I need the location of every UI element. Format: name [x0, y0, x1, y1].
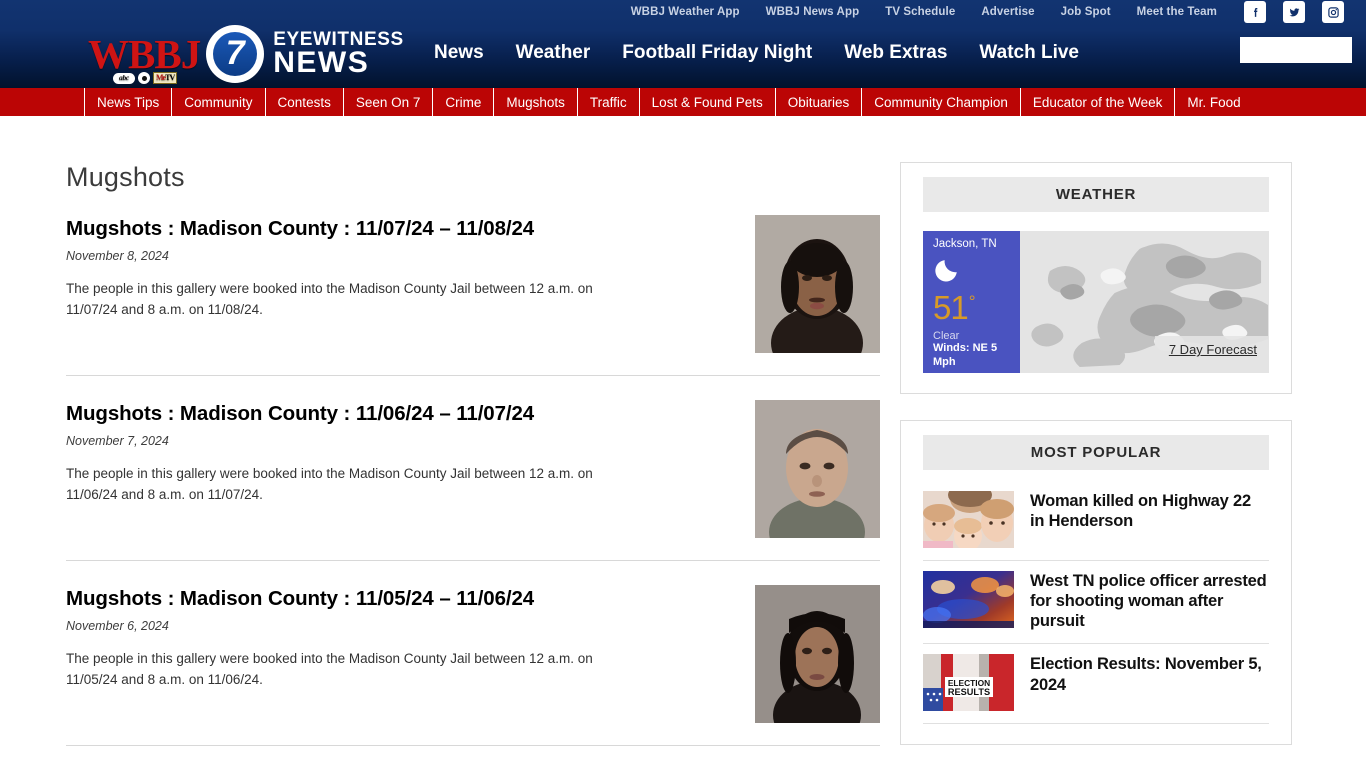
article-excerpt: The people in this gallery were booked i…	[66, 651, 593, 687]
section-nav-community[interactable]: Community	[172, 88, 266, 116]
article-excerpt: The people in this gallery were booked i…	[66, 281, 593, 317]
weather-winds: Winds: NE 5 Mph	[933, 342, 998, 368]
logo-callsign-text: WBBJ abc Me TV	[88, 34, 201, 84]
weather-radar-map[interactable]: 7 Day Forecast	[1020, 231, 1269, 373]
article-title[interactable]: Mugshots : Madison County : 11/05/24 – 1…	[66, 587, 696, 611]
article-title[interactable]: Mugshots : Madison County : 11/07/24 – 1…	[66, 217, 696, 241]
article-list-item[interactable]: Mugshots : Madison County : 11/06/24 – 1…	[66, 400, 880, 561]
most-popular-list-item[interactable]: West TN police officer arrested for shoo…	[923, 561, 1269, 645]
topbar-link-meet-the-team[interactable]: Meet the Team	[1124, 6, 1230, 18]
facebook-icon[interactable]	[1244, 1, 1266, 23]
topbar-link-tv-schedule[interactable]: TV Schedule	[872, 6, 968, 18]
most-popular-list-item[interactable]: ELECTION RESULTS Election Results: Novem…	[923, 644, 1269, 725]
section-nav-seen-on-7[interactable]: Seen On 7	[344, 88, 434, 116]
eyewitness-news-wordmark: EYEWITNESS NEWS	[273, 30, 404, 79]
article-date: November 8, 2024	[66, 249, 169, 263]
instagram-icon[interactable]	[1322, 1, 1344, 23]
channel-number: 7	[225, 34, 245, 72]
network-badges: abc Me TV	[113, 72, 178, 84]
cbs-eye-icon	[138, 72, 150, 84]
section-nav-lost-and-found-pets[interactable]: Lost & Found Pets	[640, 88, 776, 116]
weather-condition: Clear	[933, 330, 960, 342]
weather-widget-heading: WEATHER	[923, 177, 1269, 212]
article-list-item[interactable]: Mugshots : Madison County : 11/05/24 – 1…	[66, 585, 880, 746]
weather-temperature: 51°	[933, 289, 976, 326]
utility-topbar: WBBJ Weather App WBBJ News App TV Schedu…	[0, 0, 1366, 24]
most-popular-heading: MOST POPULAR	[923, 435, 1269, 470]
topbar-link-news-app[interactable]: WBBJ News App	[753, 6, 873, 18]
article-thumbnail[interactable]	[755, 585, 880, 723]
article-thumbnail[interactable]	[755, 215, 880, 353]
nav-football-friday-night[interactable]: Football Friday Night	[606, 42, 828, 64]
nav-news[interactable]: News	[418, 42, 500, 64]
site-logo[interactable]: WBBJ abc Me TV 7 EYEWITNESS NEWS	[88, 25, 404, 84]
social-links	[1244, 1, 1344, 23]
most-popular-widget: MOST POPULAR Woman killed on Highway 22 …	[900, 420, 1292, 746]
most-popular-title: Woman killed on Highway 22 in Henderson	[1030, 492, 1251, 531]
section-nav-mugshots[interactable]: Mugshots	[494, 88, 578, 116]
section-nav-educator-of-the-week[interactable]: Educator of the Week	[1021, 88, 1176, 116]
search-box[interactable]	[1240, 37, 1366, 63]
article-text: Mugshots : Madison County : 11/06/24 – 1…	[66, 400, 696, 538]
article-text: Mugshots : Madison County : 11/07/24 – 1…	[66, 215, 696, 353]
most-popular-thumbnail	[923, 571, 1014, 628]
section-nav-traffic[interactable]: Traffic	[578, 88, 640, 116]
most-popular-thumbnail: ELECTION RESULTS	[923, 654, 1014, 712]
news-text: NEWS	[273, 45, 370, 79]
nav-watch-live[interactable]: Watch Live	[963, 42, 1095, 64]
article-excerpt: The people in this gallery were booked i…	[66, 466, 593, 502]
article-thumbnail[interactable]	[755, 400, 880, 538]
utility-nav: WBBJ Weather App WBBJ News App TV Schedu…	[618, 6, 1230, 18]
abc-logo-icon: abc	[113, 72, 135, 84]
search-input[interactable]	[1240, 37, 1366, 63]
nav-web-extras[interactable]: Web Extras	[828, 42, 963, 64]
section-nav-obituaries[interactable]: Obituaries	[776, 88, 863, 116]
twitter-icon[interactable]	[1283, 1, 1305, 23]
weather-city: Jackson, TN	[933, 238, 997, 250]
most-popular-title: Election Results: November 5, 2024	[1030, 655, 1262, 694]
seven-day-forecast-link[interactable]: 7 Day Forecast	[1154, 336, 1269, 363]
article-date: November 6, 2024	[66, 619, 169, 633]
primary-nav: News Weather Football Friday Night Web E…	[418, 42, 1095, 64]
section-nav-mr-food[interactable]: Mr. Food	[1175, 88, 1252, 116]
topbar-link-advertise[interactable]: Advertise	[968, 6, 1047, 18]
article-list-item[interactable]: Mugshots : Madison County : 11/07/24 – 1…	[66, 215, 880, 376]
article-date: November 7, 2024	[66, 434, 169, 448]
most-popular-list-item[interactable]: Woman killed on Highway 22 in Henderson	[923, 489, 1269, 561]
article-text: Mugshots : Madison County : 11/05/24 – 1…	[66, 585, 696, 723]
svg-text:RESULTS: RESULTS	[948, 687, 990, 697]
section-nav-crime[interactable]: Crime	[433, 88, 495, 116]
topbar-link-weather-app[interactable]: WBBJ Weather App	[618, 6, 753, 18]
main-content: Mugshots Mugshots : Madison County : 11/…	[0, 162, 884, 771]
channel-seven-icon: 7	[206, 25, 265, 83]
logo-callsign: WBBJ	[88, 31, 201, 77]
article-title[interactable]: Mugshots : Madison County : 11/06/24 – 1…	[66, 402, 696, 426]
metv-logo-icon: Me TV	[153, 72, 178, 84]
topbar-link-job-spot[interactable]: Job Spot	[1048, 6, 1124, 18]
weather-current-conditions[interactable]: Jackson, TN 51° Clear Winds: NE 5 Mph 7 …	[923, 231, 1269, 373]
page-body: Mugshots Mugshots : Madison County : 11/…	[0, 116, 1366, 771]
moon-icon	[933, 254, 1012, 289]
section-nav-community-champion[interactable]: Community Champion	[862, 88, 1021, 116]
most-popular-title: West TN police officer arrested for shoo…	[1030, 572, 1267, 631]
weather-widget: WEATHER Jackson, TN 51° Clear Winds: NE …	[900, 162, 1292, 394]
section-nav-contests[interactable]: Contests	[266, 88, 344, 116]
most-popular-thumbnail	[923, 491, 1014, 548]
weather-info-panel: Jackson, TN 51° Clear Winds: NE 5 Mph	[923, 231, 1020, 373]
page-title: Mugshots	[66, 162, 185, 192]
section-nav: News Tips Community Contests Seen On 7 C…	[0, 88, 1366, 116]
sidebar: WEATHER Jackson, TN 51° Clear Winds: NE …	[884, 162, 1366, 771]
site-header: WBBJ Weather App WBBJ News App TV Schedu…	[0, 0, 1366, 88]
nav-weather[interactable]: Weather	[500, 42, 607, 64]
